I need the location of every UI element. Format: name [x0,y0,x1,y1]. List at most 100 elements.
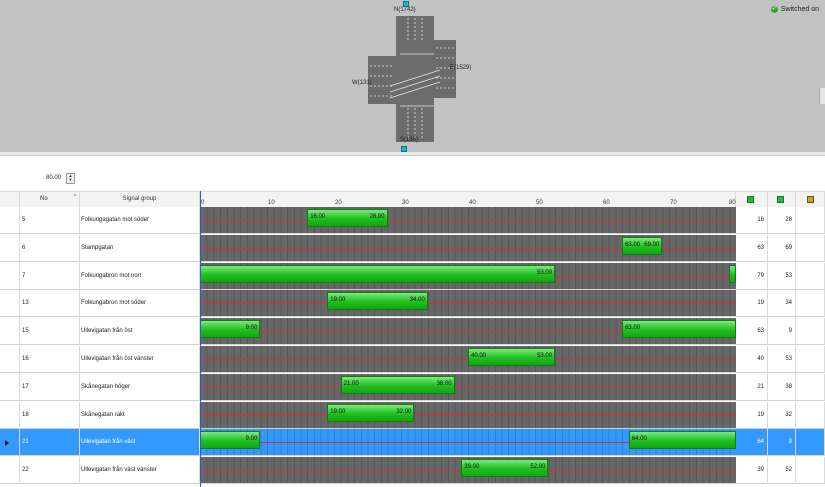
signal-timeline[interactable]: 53.00 [200,262,736,289]
row-signal-group-name[interactable]: Folkungabron mot norr [80,262,200,289]
row-signal-group-name[interactable]: Ullevigatan från öst vänster [80,346,200,372]
row-signal-group-name[interactable]: Ullevigatan från väst [80,429,200,456]
column-signal-group-header[interactable]: Signal group [80,192,200,207]
panel-scroll-handle[interactable] [819,88,825,104]
row-signal-group-name[interactable]: Folkungabron mot söder [80,290,200,317]
table-row[interactable]: 5 Folkungagatan mot söder 16.00 28.00 16 28 [0,207,825,234]
column-green-end-header[interactable] [768,192,796,207]
green-start-value[interactable]: 19 [736,401,768,428]
signal-timeline[interactable]: 63.00 69.00 [200,234,736,261]
table-row[interactable]: 21 Ullevigatan från väst 9.00 64.00 64 9 [0,429,825,457]
cycle-time-value[interactable]: 80.00 [46,175,61,181]
row-no: 6 [20,234,80,261]
table-row[interactable]: 18 Skånegatan rakt 19.00 32.00 19 32 [0,401,825,429]
time-cursor-line[interactable] [200,191,201,487]
green-end-value[interactable]: 38 [768,373,796,400]
row-edit-cell[interactable] [796,373,825,400]
green-end-label: 9.00 [245,436,258,443]
row-edit-cell[interactable] [796,234,825,261]
green-start-value[interactable]: 40 [736,346,768,372]
cycle-time-spinner[interactable]: ▲ ▼ [66,173,75,184]
row-signal-group-name[interactable]: Stampgatan [80,234,200,261]
row-edit-cell[interactable] [796,401,825,428]
row-signal-group-name[interactable]: Ullevigatan från väst vänster [80,457,200,484]
row-edit-cell[interactable] [796,318,825,345]
signal-timeline[interactable]: 19.00 32.00 [200,401,736,428]
green-phase-bar[interactable]: 9.00 [200,320,261,339]
green-start-value[interactable]: 21 [736,373,768,400]
green-start-value[interactable]: 39 [736,457,768,484]
row-edit-cell[interactable] [796,429,825,456]
table-row[interactable]: 22 Ullevigatan från väst vänster 39.00 52.0… [0,457,825,485]
column-edit-header[interactable] [796,192,825,207]
table-row[interactable]: 17 Skånegatan höger 21.00 38.00 21 38 [0,373,825,401]
row-edit-cell[interactable] [796,346,825,372]
timeline-header[interactable]: 0 10 20 30 40 50 60 70 80 [200,192,736,207]
column-green-start-header[interactable] [736,192,768,207]
row-selector[interactable] [0,207,20,233]
green-end-value[interactable]: 53 [768,262,796,289]
green-end-value[interactable]: 53 [768,346,796,372]
row-selector[interactable] [0,318,20,345]
green-end-value[interactable]: 9 [768,318,796,345]
signal-timeline[interactable]: 9.00 64.00 [200,429,736,456]
green-phase-bar[interactable]: 63.00 69.00 [622,236,663,255]
table-row[interactable]: 16 Ullevigatan från öst vänster 40.00 53.00… [0,346,825,373]
green-start-value[interactable]: 63 [736,318,768,345]
green-start-label: 40.00 [471,353,487,359]
intersection-diagram[interactable] [360,8,480,148]
row-selector[interactable] [0,373,20,400]
row-signal-group-name[interactable]: Skånegatan rakt [80,401,200,428]
row-selector[interactable] [0,262,20,289]
row-edit-cell[interactable] [796,262,825,289]
row-signal-group-name[interactable]: Ullevigatan från öst [80,318,200,345]
green-end-value[interactable]: 69 [768,234,796,261]
green-phase-bar[interactable]: 16.00 28.00 [307,209,388,227]
row-signal-group-name[interactable]: Skånegatan höger [80,373,200,400]
signal-timeline[interactable]: 21.00 38.00 [200,373,736,400]
green-phase-bar[interactable]: 53.00 [200,264,556,283]
green-start-value[interactable]: 19 [736,290,768,317]
signal-timeline[interactable]: 39.00 52.00 [200,457,736,484]
green-phase-bar[interactable]: 39.00 52.00 [461,459,549,478]
signal-timeline[interactable]: 9.00 63.00 [200,318,736,345]
row-edit-cell[interactable] [796,207,825,233]
green-phase-bar[interactable]: 21.00 38.00 [340,375,455,394]
green-phase-bar[interactable]: 63.00 [622,320,736,339]
signal-timeline[interactable]: 19.00 34.00 [200,290,736,317]
green-end-value[interactable]: 28 [768,207,796,233]
table-row[interactable]: 6 Stampgatan 63.00 69.00 63 69 [0,234,825,262]
row-edit-cell[interactable] [796,457,825,484]
row-selector[interactable] [0,290,20,317]
green-start-value[interactable]: 63 [736,234,768,261]
green-start-value[interactable]: 79 [736,262,768,289]
column-no-header[interactable]: No ^ [20,192,80,207]
green-end-value[interactable]: 32 [768,401,796,428]
green-start-value[interactable]: 64 [736,429,768,456]
green-end-value[interactable]: 52 [768,457,796,484]
row-selector[interactable] [0,457,20,484]
row-selector[interactable] [0,346,20,372]
row-selector[interactable] [0,429,20,456]
green-phase-bar[interactable]: 64.00 [628,431,736,450]
row-selector[interactable] [0,234,20,261]
signal-timeline[interactable]: 16.00 28.00 [200,207,736,233]
green-phase-bar[interactable]: 40.00 53.00 [468,348,556,366]
north-detector-pad[interactable] [403,1,409,7]
signal-timeline[interactable]: 40.00 53.00 [200,346,736,372]
green-end-label: 9.00 [245,325,258,332]
green-end-value[interactable]: 9 [768,429,796,456]
green-end-label: 53.00 [537,353,553,359]
green-end-value[interactable]: 34 [768,290,796,317]
green-phase-bar[interactable]: 19.00 34.00 [327,292,428,311]
table-row[interactable]: 13 Folkungabron mot söder 19.00 34.00 19 34 [0,290,825,318]
green-start-value[interactable]: 16 [736,207,768,233]
green-phase-bar[interactable]: 19.00 32.00 [327,403,415,422]
row-edit-cell[interactable] [796,290,825,317]
table-row[interactable]: 7 Folkungabron mot norr 53.00 79 53 [0,262,825,290]
green-phase-bar[interactable] [729,264,736,283]
row-signal-group-name[interactable]: Folkungagatan mot söder [80,207,200,233]
row-selector[interactable] [0,401,20,428]
table-row[interactable]: 15 Ullevigatan från öst 9.00 63.00 63 9 [0,318,825,346]
green-phase-bar[interactable]: 9.00 [200,431,261,450]
